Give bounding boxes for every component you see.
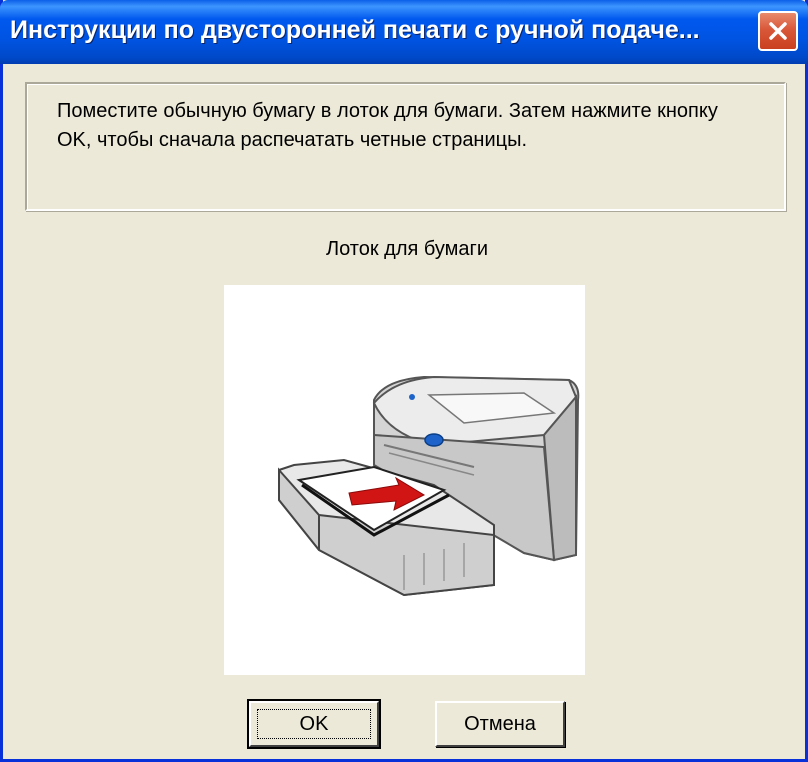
printer-illustration	[224, 285, 585, 675]
close-button[interactable]	[758, 11, 798, 51]
window-title: Инструкции по двусторонней печати с ручн…	[10, 16, 700, 44]
printer-paper-tray-icon	[278, 375, 580, 597]
instruction-text: Поместите обычную бумагу в лоток для бум…	[57, 100, 718, 151]
paper-tray-caption: Лоток для бумаги	[325, 238, 489, 260]
dialog-window: Инструкции по двусторонней печати с ручн…	[0, 0, 808, 762]
ok-button[interactable]: OK	[247, 699, 381, 749]
instruction-panel: Поместите обычную бумагу в лоток для бум…	[25, 82, 786, 211]
title-bar[interactable]: Инструкции по двусторонней печати с ручн…	[0, 0, 808, 64]
focus-rectangle	[257, 709, 371, 739]
close-icon	[769, 22, 787, 40]
cancel-button[interactable]: Отмена	[435, 701, 565, 747]
cancel-button-label: Отмена	[464, 712, 536, 735]
